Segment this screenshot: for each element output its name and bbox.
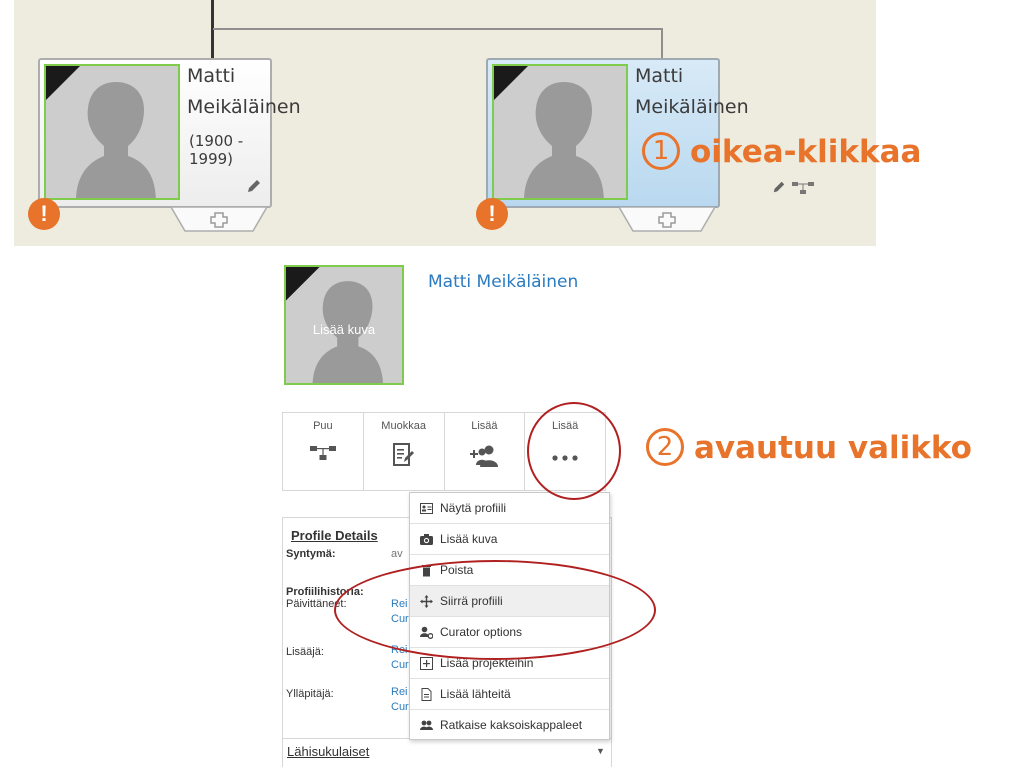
step-1-number: 1 xyxy=(642,131,680,170)
silhouette-icon xyxy=(494,66,626,198)
add-photo-label[interactable]: Lisää kuva xyxy=(286,322,402,337)
menu-item-label: Lisää kuva xyxy=(440,532,498,546)
born-label: Syntymä: xyxy=(286,548,336,560)
added-label: Lisääjä: xyxy=(286,646,324,658)
document-icon xyxy=(421,688,432,701)
born-value: av xyxy=(391,548,403,560)
silhouette-icon xyxy=(46,66,178,198)
tree-view-icon[interactable] xyxy=(792,182,814,194)
menu-item-resolve-duplicates[interactable]: Ratkaise kaksoiskappaleet xyxy=(410,710,609,741)
profile-details-title: Profile Details xyxy=(291,528,378,543)
pencil-icon[interactable] xyxy=(772,180,786,194)
step-2-number: 2 xyxy=(646,427,684,466)
family-tree-view: Matti Meikäläinen (1900 - 1999) ! Matti … xyxy=(14,0,876,246)
camera-icon xyxy=(420,534,433,545)
tree-connector-drop xyxy=(661,28,663,59)
menu-item-label: Ratkaise kaksoiskappaleet xyxy=(440,718,583,732)
add-relative-tab[interactable] xyxy=(619,207,715,233)
menu-item-add-sources[interactable]: Lisää lähteitä xyxy=(410,679,609,710)
person-first-name: Matti xyxy=(635,65,684,87)
highlight-ring-more-button xyxy=(527,402,621,500)
added-link[interactable]: Cur xyxy=(391,659,409,671)
person-photo-placeholder[interactable] xyxy=(492,64,628,200)
add-relative-button[interactable]: Lisää xyxy=(445,413,526,490)
person-card-selected[interactable]: Matti Meikäläinen xyxy=(486,58,814,208)
tree-connector-horizontal xyxy=(213,28,663,30)
profile-card-icon xyxy=(420,503,433,514)
step-2-annotation: 2 avautuu valikko xyxy=(646,427,972,469)
tree-icon xyxy=(309,446,336,460)
highlight-ring-move-profile xyxy=(334,560,656,660)
menu-item-label: Näytä profiili xyxy=(440,501,507,515)
menu-item-label: Lisää lähteitä xyxy=(440,687,511,701)
relatives-section-toggle[interactable]: Lähisukulaiset xyxy=(287,744,369,759)
plus-box-icon xyxy=(420,657,433,670)
edit-button[interactable]: Muokkaa xyxy=(364,413,445,490)
step-1-annotation: 1 oikea-klikkaa xyxy=(642,131,922,173)
warning-alert-icon[interactable]: ! xyxy=(476,198,508,230)
person-last-name: Meikäläinen xyxy=(635,96,749,118)
menu-item-add-photo[interactable]: Lisää kuva xyxy=(410,524,609,555)
add-relative-tab[interactable] xyxy=(171,207,267,233)
person-first-name: Matti xyxy=(187,65,236,87)
step-2-text: avautuu valikko xyxy=(694,430,972,466)
profile-photo-placeholder[interactable]: Lisää kuva xyxy=(284,265,404,385)
pencil-icon[interactable] xyxy=(246,178,262,194)
edit-button-label: Muokkaa xyxy=(381,420,426,432)
maintainer-label: Ylläpitäjä: xyxy=(286,688,334,700)
add-person-icon xyxy=(470,445,499,467)
step-1-text: oikea-klikkaa xyxy=(690,134,922,170)
tree-button[interactable]: Puu xyxy=(283,413,364,490)
maintainer-link[interactable]: Rei xyxy=(391,686,408,698)
person-card[interactable]: Matti Meikäläinen (1900 - 1999) xyxy=(38,58,301,208)
warning-alert-icon[interactable]: ! xyxy=(28,198,60,230)
caret-down-icon[interactable]: ▼ xyxy=(596,746,605,756)
tree-button-label: Puu xyxy=(313,420,333,432)
profile-name-link[interactable]: Matti Meikäläinen xyxy=(428,272,578,292)
person-last-name: Meikäläinen xyxy=(187,96,301,118)
add-relative-button-label: Lisää xyxy=(471,420,498,432)
edit-icon xyxy=(392,443,414,466)
person-life-years: (1900 - 1999) xyxy=(189,132,244,168)
merge-people-icon xyxy=(420,720,433,730)
person-photo-placeholder[interactable] xyxy=(44,64,180,200)
maintainer-link[interactable]: Cur xyxy=(391,701,409,713)
